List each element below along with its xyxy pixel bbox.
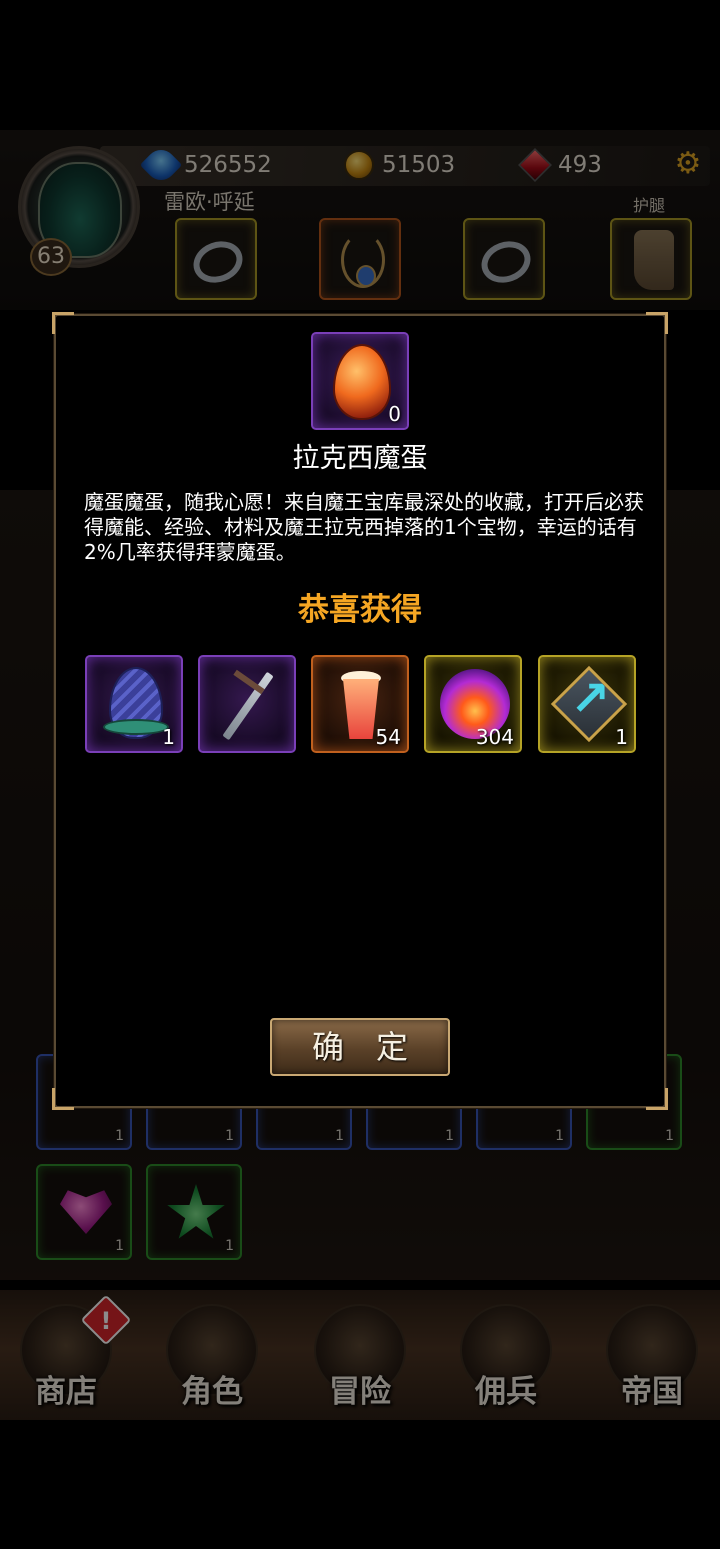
- reward-slot[interactable]: 304: [424, 655, 522, 753]
- drink-icon: [343, 679, 379, 739]
- egg-base: [103, 719, 169, 735]
- frame-corner: [52, 312, 74, 334]
- upgrade-rune-icon: ↗: [570, 671, 611, 727]
- reward-count: 1: [162, 725, 175, 749]
- congrats-title: 恭喜获得: [298, 592, 422, 628]
- reward-count: 304: [475, 725, 514, 749]
- item-count: 0: [388, 402, 401, 426]
- frame-corner: [52, 1088, 74, 1110]
- confirm-label: 确定: [311, 1028, 440, 1066]
- reward-count: 1: [615, 725, 628, 749]
- confirm-button[interactable]: 确定: [270, 1018, 450, 1076]
- reward-count: 54: [375, 725, 401, 749]
- item-name: 拉克西魔蛋: [292, 443, 428, 474]
- reward-slot[interactable]: 54: [311, 655, 409, 753]
- frame-corner: [646, 312, 668, 334]
- item-description: 魔蛋魔蛋，随我心愿！来自魔王宝库最深处的收藏，打开后必获得魔能、经验、材料及魔王…: [84, 490, 644, 564]
- reward-slot[interactable]: [198, 655, 296, 753]
- reward-slot[interactable]: ↗ 1: [538, 655, 636, 753]
- magic-egg-icon: [333, 344, 391, 420]
- reward-slot[interactable]: 1: [85, 655, 183, 753]
- opened-item-slot: 0: [311, 332, 409, 430]
- frame-corner: [646, 1088, 668, 1110]
